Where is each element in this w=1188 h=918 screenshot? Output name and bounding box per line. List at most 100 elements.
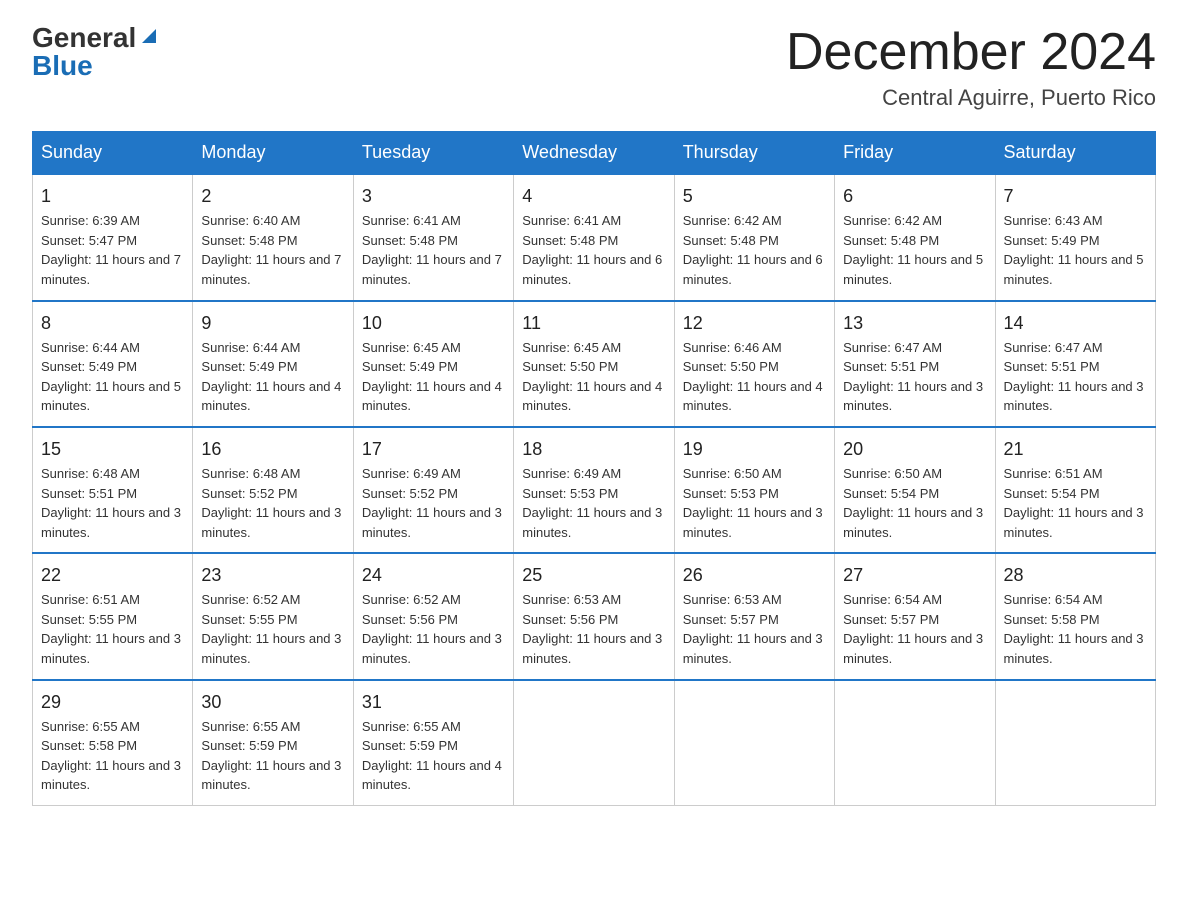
day-info: Sunrise: 6:44 AMSunset: 5:49 PMDaylight:…	[201, 340, 341, 414]
header-wednesday: Wednesday	[514, 132, 674, 175]
day-cell	[674, 680, 834, 806]
day-cell: 19 Sunrise: 6:50 AMSunset: 5:53 PMDayligh…	[674, 427, 834, 553]
day-info: Sunrise: 6:55 AMSunset: 5:59 PMDaylight:…	[362, 719, 502, 793]
day-number: 1	[41, 183, 184, 209]
header-monday: Monday	[193, 132, 353, 175]
day-cell: 29Sunrise: 6:55 AMSunset: 5:58 PMDayligh…	[33, 680, 193, 806]
day-cell: 9Sunrise: 6:44 AMSunset: 5:49 PMDaylight…	[193, 301, 353, 427]
day-number: 8	[41, 310, 184, 336]
day-number: 20	[843, 436, 986, 462]
day-cell: 22 Sunrise: 6:51 AMSunset: 5:55 PMDayligh…	[33, 553, 193, 679]
day-cell: 12 Sunrise: 6:46 AMSunset: 5:50 PMDayligh…	[674, 301, 834, 427]
day-number: 10	[362, 310, 505, 336]
day-number: 31	[362, 689, 505, 715]
day-info: Sunrise: 6:50 AMSunset: 5:53 PMDaylight:…	[683, 466, 823, 540]
day-cell: 13 Sunrise: 6:47 AMSunset: 5:51 PMDayligh…	[835, 301, 995, 427]
day-number: 29	[41, 689, 184, 715]
day-number: 12	[683, 310, 826, 336]
day-number: 30	[201, 689, 344, 715]
day-cell: 4Sunrise: 6:41 AMSunset: 5:48 PMDaylight…	[514, 174, 674, 300]
day-cell: 16 Sunrise: 6:48 AMSunset: 5:52 PMDayligh…	[193, 427, 353, 553]
logo-blue: Blue	[32, 52, 93, 80]
day-number: 3	[362, 183, 505, 209]
calendar-subtitle: Central Aguirre, Puerto Rico	[786, 85, 1156, 111]
day-info: Sunrise: 6:49 AMSunset: 5:53 PMDaylight:…	[522, 466, 662, 540]
header-saturday: Saturday	[995, 132, 1155, 175]
day-number: 28	[1004, 562, 1147, 588]
day-info: Sunrise: 6:48 AMSunset: 5:52 PMDaylight:…	[201, 466, 341, 540]
day-info: Sunrise: 6:48 AMSunset: 5:51 PMDaylight:…	[41, 466, 181, 540]
day-number: 2	[201, 183, 344, 209]
day-info: Sunrise: 6:51 AMSunset: 5:55 PMDaylight:…	[41, 592, 181, 666]
day-cell: 5Sunrise: 6:42 AMSunset: 5:48 PMDaylight…	[674, 174, 834, 300]
calendar-title: December 2024	[786, 24, 1156, 81]
day-info: Sunrise: 6:46 AMSunset: 5:50 PMDaylight:…	[683, 340, 823, 414]
day-cell: 23 Sunrise: 6:52 AMSunset: 5:55 PMDayligh…	[193, 553, 353, 679]
day-cell: 30Sunrise: 6:55 AMSunset: 5:59 PMDayligh…	[193, 680, 353, 806]
day-cell: 25Sunrise: 6:53 AMSunset: 5:56 PMDayligh…	[514, 553, 674, 679]
day-cell: 1 Sunrise: 6:39 AMSunset: 5:47 PMDaylight…	[33, 174, 193, 300]
logo: General Blue	[32, 24, 160, 80]
day-info: Sunrise: 6:45 AMSunset: 5:50 PMDaylight:…	[522, 340, 662, 414]
day-info: Sunrise: 6:39 AMSunset: 5:47 PMDaylight:…	[41, 213, 181, 287]
day-info: Sunrise: 6:44 AMSunset: 5:49 PMDaylight:…	[41, 340, 181, 414]
day-info: Sunrise: 6:53 AMSunset: 5:57 PMDaylight:…	[683, 592, 823, 666]
day-cell: 15 Sunrise: 6:48 AMSunset: 5:51 PMDayligh…	[33, 427, 193, 553]
day-number: 4	[522, 183, 665, 209]
day-number: 16	[201, 436, 344, 462]
day-cell: 10 Sunrise: 6:45 AMSunset: 5:49 PMDayligh…	[353, 301, 513, 427]
day-number: 19	[683, 436, 826, 462]
day-number: 5	[683, 183, 826, 209]
day-cell: 3 Sunrise: 6:41 AMSunset: 5:48 PMDaylight…	[353, 174, 513, 300]
day-info: Sunrise: 6:54 AMSunset: 5:57 PMDaylight:…	[843, 592, 983, 666]
day-number: 11	[522, 310, 665, 336]
day-number: 7	[1004, 183, 1147, 209]
day-info: Sunrise: 6:50 AMSunset: 5:54 PMDaylight:…	[843, 466, 983, 540]
day-info: Sunrise: 6:47 AMSunset: 5:51 PMDaylight:…	[1004, 340, 1144, 414]
day-number: 18	[522, 436, 665, 462]
logo-general: General	[32, 24, 136, 52]
header-friday: Friday	[835, 132, 995, 175]
header-sunday: Sunday	[33, 132, 193, 175]
day-cell: 28Sunrise: 6:54 AMSunset: 5:58 PMDayligh…	[995, 553, 1155, 679]
day-number: 27	[843, 562, 986, 588]
day-cell: 31 Sunrise: 6:55 AMSunset: 5:59 PMDayligh…	[353, 680, 513, 806]
page-header: General Blue December 2024 Central Aguir…	[32, 24, 1156, 111]
logo-triangle-icon	[138, 25, 160, 47]
day-cell: 20 Sunrise: 6:50 AMSunset: 5:54 PMDayligh…	[835, 427, 995, 553]
day-cell: 21Sunrise: 6:51 AMSunset: 5:54 PMDayligh…	[995, 427, 1155, 553]
day-number: 13	[843, 310, 986, 336]
day-info: Sunrise: 6:45 AMSunset: 5:49 PMDaylight:…	[362, 340, 502, 414]
title-block: December 2024 Central Aguirre, Puerto Ri…	[786, 24, 1156, 111]
day-info: Sunrise: 6:49 AMSunset: 5:52 PMDaylight:…	[362, 466, 502, 540]
week-row-2: 8 Sunrise: 6:44 AMSunset: 5:49 PMDaylight…	[33, 301, 1156, 427]
day-cell	[835, 680, 995, 806]
day-info: Sunrise: 6:41 AMSunset: 5:48 PMDaylight:…	[362, 213, 502, 287]
header-tuesday: Tuesday	[353, 132, 513, 175]
day-number: 6	[843, 183, 986, 209]
day-info: Sunrise: 6:40 AMSunset: 5:48 PMDaylight:…	[201, 213, 341, 287]
day-number: 26	[683, 562, 826, 588]
day-info: Sunrise: 6:52 AMSunset: 5:56 PMDaylight:…	[362, 592, 502, 666]
day-number: 24	[362, 562, 505, 588]
day-number: 23	[201, 562, 344, 588]
day-number: 17	[362, 436, 505, 462]
header-thursday: Thursday	[674, 132, 834, 175]
day-info: Sunrise: 6:43 AMSunset: 5:49 PMDaylight:…	[1004, 213, 1144, 287]
day-info: Sunrise: 6:52 AMSunset: 5:55 PMDaylight:…	[201, 592, 341, 666]
week-row-4: 22 Sunrise: 6:51 AMSunset: 5:55 PMDayligh…	[33, 553, 1156, 679]
day-cell: 27 Sunrise: 6:54 AMSunset: 5:57 PMDayligh…	[835, 553, 995, 679]
day-cell: 7 Sunrise: 6:43 AMSunset: 5:49 PMDaylight…	[995, 174, 1155, 300]
day-cell	[514, 680, 674, 806]
day-info: Sunrise: 6:51 AMSunset: 5:54 PMDaylight:…	[1004, 466, 1144, 540]
day-number: 15	[41, 436, 184, 462]
week-row-1: 1 Sunrise: 6:39 AMSunset: 5:47 PMDaylight…	[33, 174, 1156, 300]
day-cell: 14Sunrise: 6:47 AMSunset: 5:51 PMDayligh…	[995, 301, 1155, 427]
day-info: Sunrise: 6:47 AMSunset: 5:51 PMDaylight:…	[843, 340, 983, 414]
day-cell: 6 Sunrise: 6:42 AMSunset: 5:48 PMDaylight…	[835, 174, 995, 300]
day-number: 22	[41, 562, 184, 588]
day-cell: 17 Sunrise: 6:49 AMSunset: 5:52 PMDayligh…	[353, 427, 513, 553]
day-header-row: SundayMondayTuesdayWednesdayThursdayFrid…	[33, 132, 1156, 175]
day-info: Sunrise: 6:42 AMSunset: 5:48 PMDaylight:…	[843, 213, 983, 287]
day-cell: 8 Sunrise: 6:44 AMSunset: 5:49 PMDaylight…	[33, 301, 193, 427]
